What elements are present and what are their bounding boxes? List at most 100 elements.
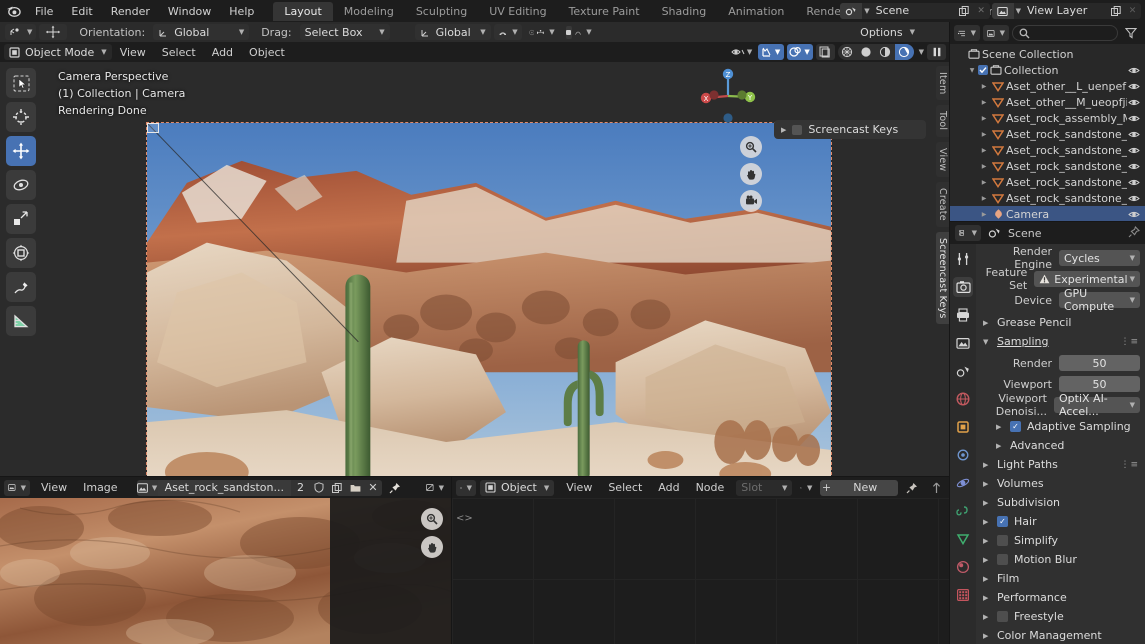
menu-render[interactable]: Render <box>102 3 159 20</box>
outliner-row[interactable]: ▶Aset_rock_sandstone_L_rki <box>950 126 1145 142</box>
new-material-button[interactable]: + New <box>820 480 898 496</box>
menu-window[interactable]: Window <box>159 3 220 20</box>
section-checkbox[interactable] <box>997 554 1008 565</box>
world-tab[interactable] <box>953 389 973 409</box>
chevron-right-icon[interactable]: ▶ <box>978 163 990 170</box>
pin-icon[interactable] <box>1128 226 1140 241</box>
chevron-right-icon[interactable]: ▶ <box>978 179 990 186</box>
screencast-keys-panel[interactable]: ▶ Screencast Keys <box>774 120 926 139</box>
outliner-row-selected[interactable]: ▶Camera <box>950 206 1145 222</box>
folder-icon[interactable] <box>346 480 364 496</box>
outliner-display-mode-button[interactable]: ▼ <box>954 25 980 41</box>
solid-shading-icon[interactable] <box>857 44 876 60</box>
adaptive-sampling-checkbox[interactable]: ✓ <box>1010 421 1021 432</box>
measure-tool[interactable] <box>6 306 36 336</box>
image-name[interactable]: Aset_rock_sandston... <box>158 480 291 496</box>
gizmo-toggle-button[interactable]: ▼ <box>758 44 784 60</box>
divider-bottom-editors[interactable] <box>451 477 452 644</box>
workspace-tab-animation[interactable]: Animation <box>717 2 795 21</box>
texture-tab[interactable] <box>953 585 973 605</box>
outliner-row[interactable]: ▶Aset_rock_sandstone_L_rko <box>950 142 1145 158</box>
cursor-tool[interactable] <box>6 102 36 132</box>
section-checkbox[interactable]: ✓ <box>997 516 1008 527</box>
camera-corner-handle[interactable] <box>147 123 159 133</box>
eye-icon[interactable] <box>1127 162 1141 171</box>
shield-icon[interactable] <box>310 480 328 496</box>
eye-icon[interactable] <box>1127 66 1141 75</box>
preset-menu-icon[interactable]: ⋮≡ <box>1120 337 1139 347</box>
view-layer-new-button[interactable] <box>1107 3 1124 19</box>
view-layer-tab[interactable] <box>953 333 973 353</box>
viewport-menu-object[interactable]: Object <box>241 46 293 59</box>
workspace-tab-sculpting[interactable]: Sculpting <box>405 2 478 21</box>
scene-unlink-button[interactable]: ✕ <box>973 3 990 19</box>
chevron-right-icon[interactable]: ▶ <box>978 115 990 122</box>
shader-editor-menu-add[interactable]: Add <box>650 481 687 494</box>
viewport-side-tab-create[interactable]: Create <box>936 182 949 227</box>
snap-magnet-icon[interactable]: ▼ <box>494 24 522 40</box>
viewport-denoise-dropdown[interactable]: OptiX AI-Accel... ▼ <box>1054 397 1140 413</box>
options-dropdown[interactable]: Options ▼ <box>853 24 922 40</box>
workspace-tab-modeling[interactable]: Modeling <box>333 2 405 21</box>
outliner-row[interactable]: Scene Collection <box>950 46 1145 62</box>
material-icon[interactable]: ▼ <box>796 480 816 496</box>
chevron-right-icon[interactable]: ▶ <box>978 99 990 106</box>
data-tab[interactable] <box>953 529 973 549</box>
viewport-side-tab-screencast-keys[interactable]: Screencast Keys <box>936 232 949 325</box>
annotate-tool[interactable] <box>6 272 36 302</box>
image-display-mode-button[interactable]: ▼ <box>422 480 448 496</box>
pan-hand-icon[interactable] <box>421 536 443 558</box>
image-editor-menu-image[interactable]: Image <box>75 481 125 494</box>
section-light-paths[interactable]: ▶Light Paths⋮≡ <box>976 455 1145 474</box>
workspace-tab-uv-editing[interactable]: UV Editing <box>478 2 557 21</box>
outliner-row[interactable]: ▶Aset_rock_assembly_M_uec <box>950 110 1145 126</box>
image-editor-menu-view[interactable]: View <box>33 481 75 494</box>
physics-tab[interactable] <box>953 473 973 493</box>
camera-view-icon[interactable] <box>740 190 762 212</box>
image-editor-type-button[interactable]: ▼ <box>4 480 30 496</box>
image-canvas[interactable] <box>0 498 452 644</box>
section-performance[interactable]: ▶Performance <box>976 588 1145 607</box>
feature-set-dropdown[interactable]: Experimental ▼ <box>1034 271 1140 287</box>
transform-tool[interactable] <box>6 238 36 268</box>
rendered-shading-icon[interactable] <box>895 44 914 60</box>
chevron-right-icon[interactable]: ▶ <box>978 147 990 154</box>
device-dropdown[interactable]: GPU Compute ▼ <box>1059 292 1140 308</box>
pause-render-button[interactable] <box>927 44 946 60</box>
transform-gizmo-icon[interactable] <box>39 24 67 40</box>
shader-editor[interactable]: ▼ Object ▼ ViewSelectAddNode Slot ▼ ▼ + … <box>452 477 950 644</box>
scene-tab[interactable] <box>953 361 973 381</box>
tool-tab[interactable] <box>953 249 973 269</box>
outliner-row[interactable]: ▶Aset_other__M_ueopfjiga_Ll <box>950 94 1145 110</box>
filter-id-icon[interactable]: ▼ <box>983 25 1009 41</box>
scene-datablock[interactable]: ▼ Scene ✕ <box>840 3 989 19</box>
funnel-icon[interactable] <box>1121 25 1141 41</box>
pin-icon[interactable] <box>902 480 922 496</box>
chevron-right-icon[interactable]: ▶ <box>978 211 990 218</box>
viewport-menu-add[interactable]: Add <box>204 46 241 59</box>
navigation-gizmo[interactable]: Z X Y <box>698 66 758 126</box>
chevron-right-icon[interactable]: ▶ <box>781 126 786 134</box>
outliner-row[interactable]: ▶Aset_rock_sandstone_L_rko <box>950 158 1145 174</box>
viewport-side-tab-item[interactable]: Item <box>936 66 949 100</box>
zoom-icon[interactable] <box>740 136 762 158</box>
tweak-select-tool[interactable] <box>6 68 36 98</box>
section-simplify[interactable]: ▶Simplify <box>976 531 1145 550</box>
drag-dropdown[interactable]: Select Box ▼ <box>300 24 390 40</box>
falloff-curve-icon[interactable]: ▼ <box>562 24 596 40</box>
new-material-label[interactable]: New <box>833 480 899 496</box>
material-preview-shading-icon[interactable] <box>876 44 895 60</box>
view-layer-name[interactable]: View Layer <box>1021 3 1107 19</box>
zoom-icon[interactable] <box>421 508 443 530</box>
rotate-tool[interactable] <box>6 170 36 200</box>
search-input[interactable] <box>1012 25 1118 41</box>
blender-logo-icon[interactable] <box>0 0 26 22</box>
render-tab[interactable] <box>953 277 973 297</box>
image-users-count[interactable]: 2 <box>291 480 310 496</box>
viewport-side-tab-tool[interactable]: Tool <box>936 105 949 136</box>
eye-icon[interactable] <box>1127 194 1141 203</box>
menu-edit[interactable]: Edit <box>62 3 101 20</box>
go-to-parent-icon[interactable] <box>926 480 946 496</box>
outliner-row[interactable]: ▶Aset_rock_sandstone_M_rkl <box>950 190 1145 206</box>
eye-icon[interactable] <box>1127 210 1141 219</box>
